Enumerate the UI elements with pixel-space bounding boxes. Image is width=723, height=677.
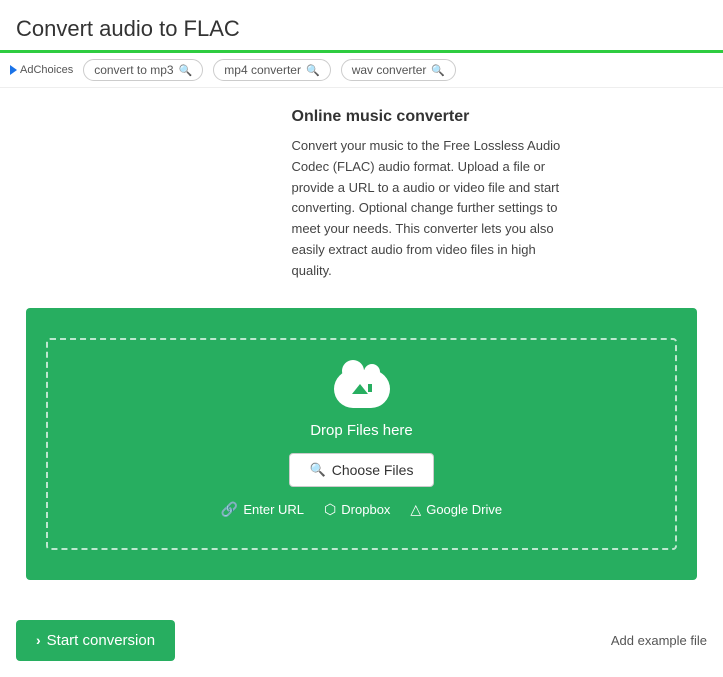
ad-tag-mp4-converter[interactable]: mp4 converter 🔍 bbox=[213, 59, 330, 81]
ad-play-icon bbox=[10, 65, 17, 75]
page-header: Convert audio to FLAC bbox=[0, 0, 723, 53]
upload-dropzone[interactable]: Drop Files here 🔍 Choose Files 🔗 Enter U… bbox=[46, 338, 677, 550]
add-example-file-link[interactable]: Add example file bbox=[611, 633, 707, 648]
main-content: Online music converter Convert your musi… bbox=[0, 88, 723, 600]
search-icon: 🔍 bbox=[179, 64, 193, 77]
enter-url-link[interactable]: 🔗 Enter URL bbox=[221, 501, 304, 518]
choose-files-label: Choose Files bbox=[332, 462, 414, 478]
chevron-right-icon: › bbox=[36, 632, 41, 648]
ad-tag-label: convert to mp3 bbox=[94, 63, 173, 77]
enter-url-label: Enter URL bbox=[243, 502, 304, 517]
cloud-upload-icon bbox=[334, 370, 390, 408]
page-title: Convert audio to FLAC bbox=[16, 16, 707, 42]
start-conversion-label: Start conversion bbox=[47, 632, 155, 649]
ad-tag-convert-mp3[interactable]: convert to mp3 🔍 bbox=[83, 59, 203, 81]
description-body: Convert your music to the Free Lossless … bbox=[292, 136, 572, 282]
dropbox-label: Dropbox bbox=[341, 502, 390, 517]
dropbox-link[interactable]: ⬡ Dropbox bbox=[324, 501, 390, 518]
cloud-shape bbox=[334, 370, 390, 408]
bottom-bar: › Start conversion Add example file bbox=[0, 604, 723, 677]
choose-files-button[interactable]: 🔍 Choose Files bbox=[289, 453, 435, 487]
converter-description: Online music converter Convert your musi… bbox=[152, 108, 572, 282]
arrow-stem bbox=[368, 384, 372, 392]
ad-choices[interactable]: AdChoices bbox=[10, 64, 73, 76]
ad-tag-label: mp4 converter bbox=[224, 63, 301, 77]
search-icon: 🔍 bbox=[310, 462, 326, 478]
ad-tag-wav-converter[interactable]: wav converter 🔍 bbox=[341, 59, 456, 81]
dropbox-icon: ⬡ bbox=[324, 501, 336, 518]
google-drive-icon: △ bbox=[410, 501, 421, 518]
extra-options: 🔗 Enter URL ⬡ Dropbox △ Google Drive bbox=[221, 501, 502, 518]
search-icon: 🔍 bbox=[431, 64, 445, 77]
ad-tag-label: wav converter bbox=[352, 63, 427, 77]
link-icon: 🔗 bbox=[221, 501, 238, 518]
google-drive-label: Google Drive bbox=[426, 502, 502, 517]
search-icon: 🔍 bbox=[306, 64, 320, 77]
upload-area-wrapper: Drop Files here 🔍 Choose Files 🔗 Enter U… bbox=[26, 308, 697, 580]
start-conversion-button[interactable]: › Start conversion bbox=[16, 620, 175, 661]
ad-choices-label: AdChoices bbox=[20, 64, 73, 76]
drop-files-text: Drop Files here bbox=[310, 422, 413, 439]
ad-bar: AdChoices convert to mp3 🔍 mp4 converter… bbox=[0, 53, 723, 88]
google-drive-link[interactable]: △ Google Drive bbox=[410, 501, 502, 518]
description-heading: Online music converter bbox=[292, 108, 572, 126]
arrow-up bbox=[352, 384, 368, 394]
